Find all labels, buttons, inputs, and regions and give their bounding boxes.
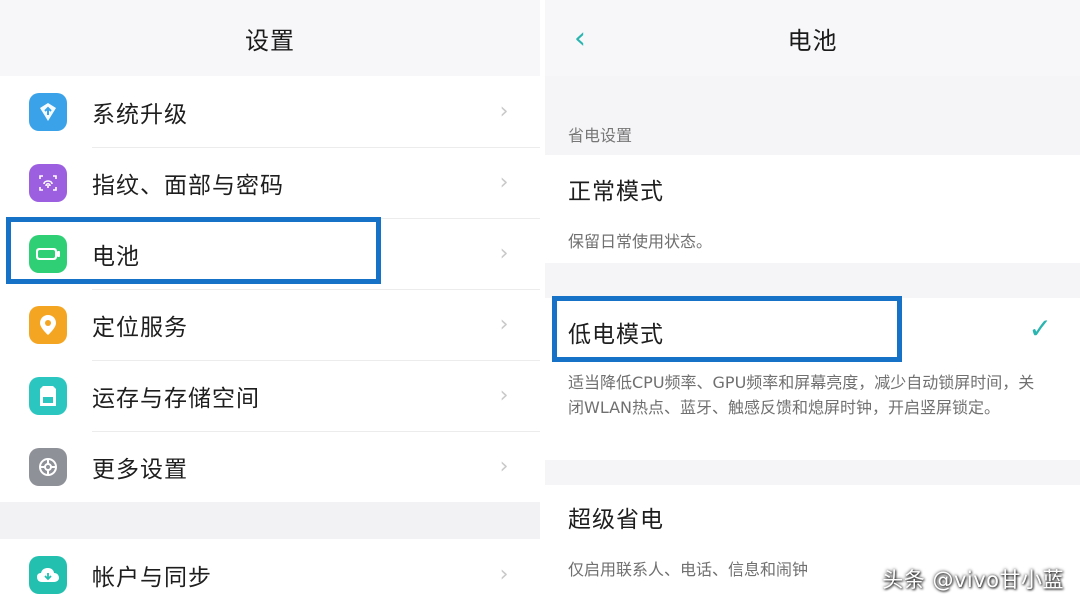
- storage-icon: [29, 376, 67, 415]
- mode-name: 超级省电: [568, 507, 664, 533]
- battery-header: ‹ 电池: [545, 0, 1080, 76]
- settings-item-label: 系统升级: [92, 101, 188, 128]
- section-title: 省电设置: [568, 126, 633, 145]
- mode-description: 适当降低CPU频率、GPU频率和屏幕亮度，减少自动锁屏时间，关闭WLAN热点、蓝…: [568, 373, 1035, 417]
- section-gap: [0, 502, 540, 539]
- settings-item-label: 运存与存储空间: [92, 385, 260, 412]
- check-icon: ✓: [1028, 312, 1052, 345]
- page-title: 电池: [787, 26, 838, 55]
- chevron-right-icon: ›: [499, 99, 509, 124]
- settings-list: 系统升级 › 指纹、面部与密码 › 电池 › 定位服务 › 运存与存储空间 › …: [0, 76, 540, 502]
- chevron-right-icon: ›: [499, 241, 509, 266]
- gear-icon: [29, 447, 67, 486]
- settings-item-location[interactable]: 定位服务 ›: [0, 289, 540, 360]
- update-icon: [29, 92, 67, 131]
- watermark: 头条 @vivo甘小蓝: [882, 568, 1064, 592]
- mode-low-power[interactable]: 低电模式 ✓ 适当降低CPU频率、GPU频率和屏幕亮度，减少自动锁屏时间，关闭W…: [545, 298, 1080, 460]
- mode-description: 保留日常使用状态。: [568, 232, 713, 251]
- chevron-right-icon: ›: [499, 454, 509, 479]
- mode-normal[interactable]: 正常模式 保留日常使用状态。: [545, 155, 1080, 263]
- settings-item-battery[interactable]: 电池 ›: [0, 218, 540, 289]
- cloud-sync-icon: [29, 555, 67, 594]
- settings-panel: 设置 系统升级 › 指纹、面部与密码 › 电池 › 定位服务 › 运存与存储空间…: [0, 0, 540, 608]
- settings-item-label: 电池: [92, 243, 140, 270]
- chevron-right-icon: ›: [499, 312, 509, 337]
- settings-item-label: 指纹、面部与密码: [92, 172, 284, 199]
- settings-item-storage[interactable]: 运存与存储空间 ›: [0, 360, 540, 431]
- mode-name: 低电模式: [568, 322, 664, 348]
- chevron-right-icon: ›: [499, 383, 509, 408]
- mode-name: 正常模式: [568, 179, 664, 205]
- settings-item-system-update[interactable]: 系统升级 ›: [0, 76, 540, 147]
- battery-icon: [29, 234, 67, 273]
- chevron-right-icon: ›: [499, 170, 509, 195]
- battery-panel: ‹ 电池 省电设置 正常模式 保留日常使用状态。 低电模式 ✓ 适当降低CPU频…: [545, 0, 1080, 608]
- chevron-right-icon: ›: [499, 562, 509, 587]
- account-list: 帐户与同步 ›: [0, 539, 540, 608]
- settings-item-label: 帐户与同步: [92, 564, 212, 591]
- fingerprint-icon: [29, 163, 67, 202]
- settings-item-label: 更多设置: [92, 456, 188, 483]
- location-icon: [29, 305, 67, 344]
- settings-header: 设置: [0, 0, 540, 76]
- settings-item-fingerprint[interactable]: 指纹、面部与密码 ›: [0, 147, 540, 218]
- settings-item-more[interactable]: 更多设置 ›: [0, 431, 540, 502]
- back-arrow-icon[interactable]: ‹: [565, 22, 595, 56]
- page-title: 设置: [245, 26, 295, 55]
- settings-item-label: 定位服务: [92, 314, 188, 341]
- settings-item-account-sync[interactable]: 帐户与同步 ›: [0, 539, 540, 608]
